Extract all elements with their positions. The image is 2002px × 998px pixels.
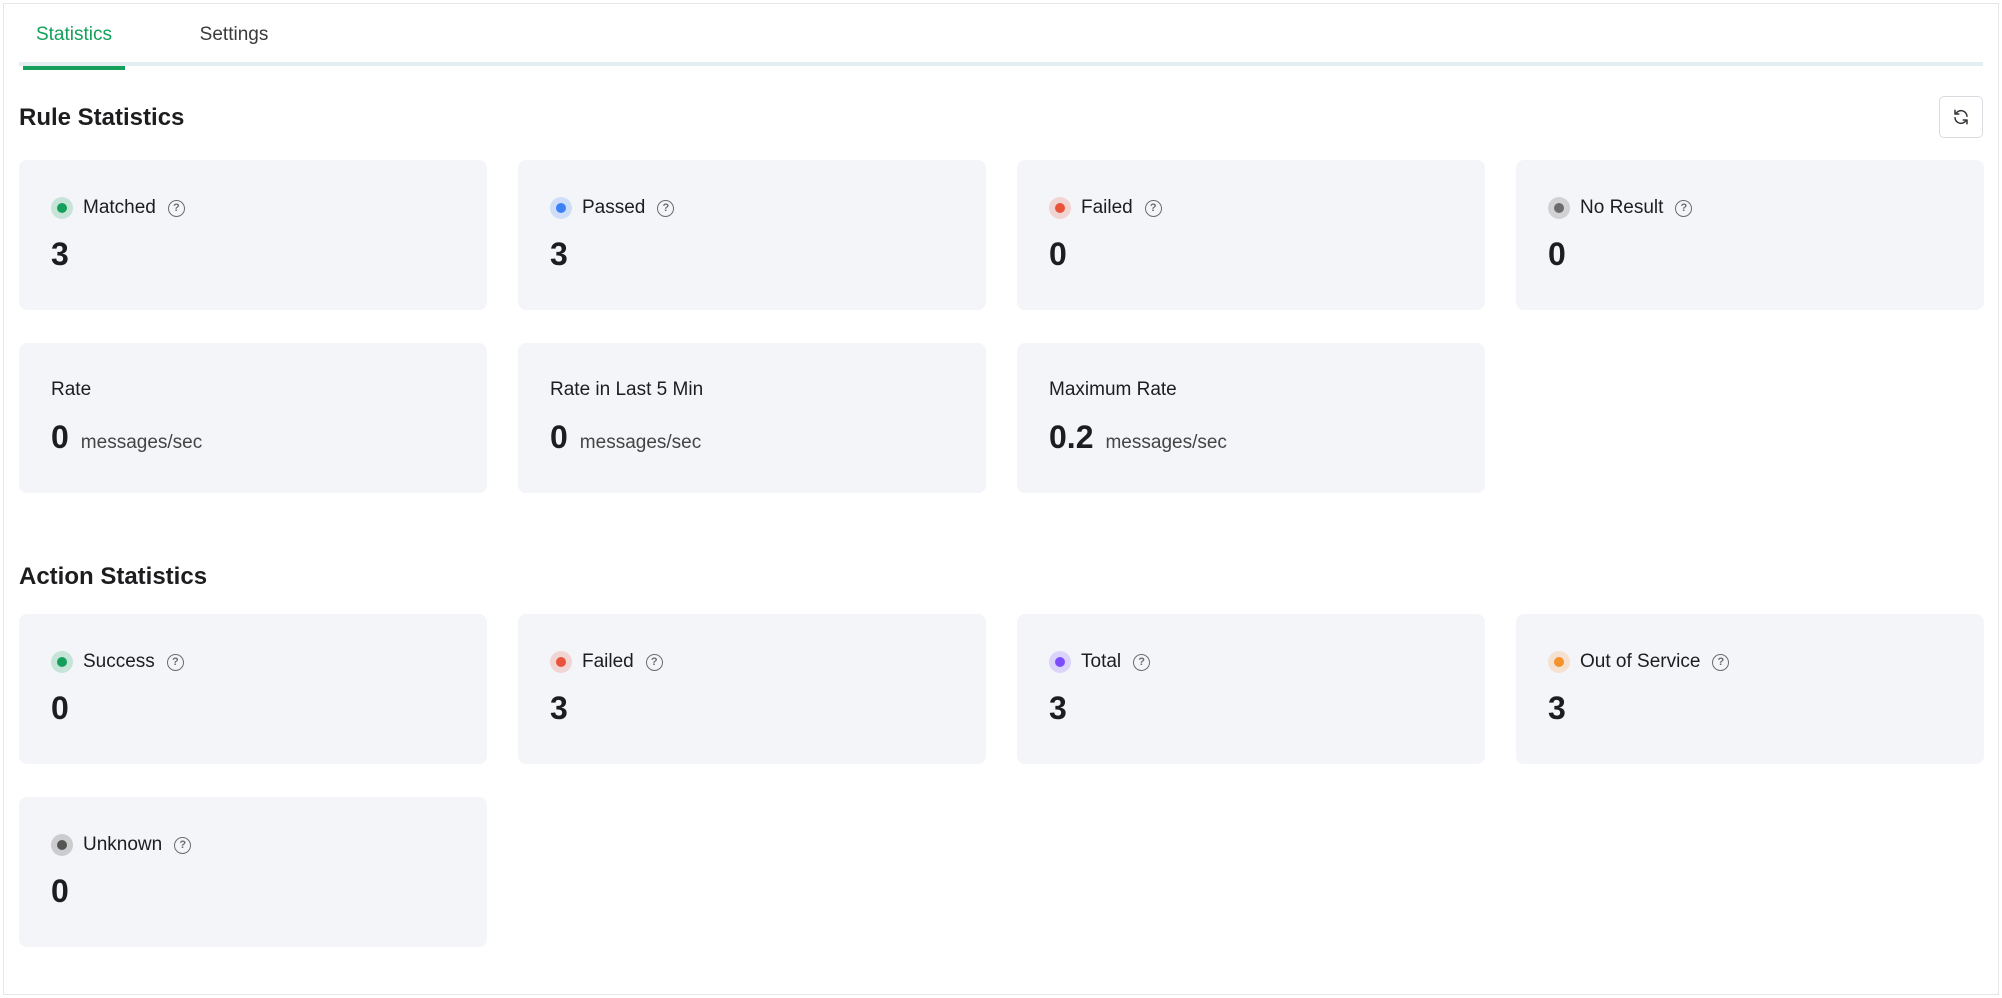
rule-detail-panel: Statistics Settings Rule Statistics Matc… [3,3,1999,995]
status-dot [51,197,73,219]
status-dot [550,651,572,673]
help-icon[interactable]: ? [166,653,184,671]
status-dot [1548,197,1570,219]
rate-number: 0.2 [1049,419,1094,455]
stat-card-unknown: Unknown ? 0 [19,797,487,947]
rate-value: 0.2 messages/sec [1049,419,1227,456]
rate-unit: messages/sec [1105,432,1227,453]
refresh-button[interactable] [1939,96,1983,138]
tab-settings[interactable]: Settings [169,4,299,66]
maximum-rate-card: Maximum Rate 0.2 messages/sec [1017,343,1485,493]
rate-value: 0 messages/sec [550,419,701,456]
rate-unit: messages/sec [579,432,702,453]
rate-unit: messages/sec [80,432,203,453]
status-dot [1548,651,1570,673]
status-dot [51,651,73,673]
tab-statistics[interactable]: Statistics [23,4,125,70]
rate-number: 0 [550,419,568,455]
rate-label: Maximum Rate [1049,379,1177,400]
stat-card-out-of-service: Out of Service ? 3 [1516,614,1984,764]
card-value: 3 [550,236,568,272]
help-icon[interactable]: ? [1712,653,1730,671]
rate-card: Rate 0 messages/sec [19,343,487,493]
refresh-icon [1954,109,1968,125]
card-label: Success [83,651,155,672]
action-statistics-title: Action Statistics [19,563,208,590]
stat-card-failed: Failed ? 0 [1017,160,1485,310]
card-value: 3 [550,690,568,726]
rule-statistics-title: Rule Statistics [19,104,185,131]
rate-last-5-min-card: Rate in Last 5 Min 0 messages/sec [518,343,986,493]
card-value: 0 [1548,236,1566,272]
stat-card-success: Success ? 0 [19,614,487,764]
help-icon[interactable]: ? [167,199,185,217]
card-label: Unknown [83,834,163,855]
card-label: Failed [1081,197,1133,218]
help-icon[interactable]: ? [657,199,675,217]
card-value: 0 [1049,236,1067,272]
card-label: Failed [582,651,634,672]
card-label: Total [1081,651,1122,672]
card-label: Passed [582,197,646,218]
card-value: 3 [1049,690,1067,726]
card-label: No Result [1580,197,1664,218]
card-value: 3 [1548,690,1566,726]
status-dot [1049,651,1071,673]
card-value: 0 [51,690,69,726]
card-label: Out of Service [1580,651,1701,672]
help-icon[interactable]: ? [174,836,192,854]
stat-card-matched: Matched ? 3 [19,160,487,310]
stat-card-passed: Passed ? 3 [518,160,986,310]
status-dot [51,834,73,856]
stat-card-no-result: No Result ? 0 [1516,160,1984,310]
rate-label: Rate in Last 5 Min [550,379,704,400]
card-value: 3 [51,236,69,272]
rate-value: 0 messages/sec [51,419,202,456]
help-icon[interactable]: ? [1133,653,1151,671]
help-icon[interactable]: ? [1144,199,1162,217]
stat-card-total: Total ? 3 [1017,614,1485,764]
rate-number: 0 [51,419,69,455]
status-dot [1049,197,1071,219]
help-icon[interactable]: ? [645,653,663,671]
help-icon[interactable]: ? [1675,199,1693,217]
card-value: 0 [51,873,69,909]
status-dot [550,197,572,219]
stat-card-action-failed: Failed ? 3 [518,614,986,764]
rate-label: Rate [51,379,92,400]
card-label: Matched [83,197,156,218]
tab-bar: Statistics Settings [19,4,1983,70]
